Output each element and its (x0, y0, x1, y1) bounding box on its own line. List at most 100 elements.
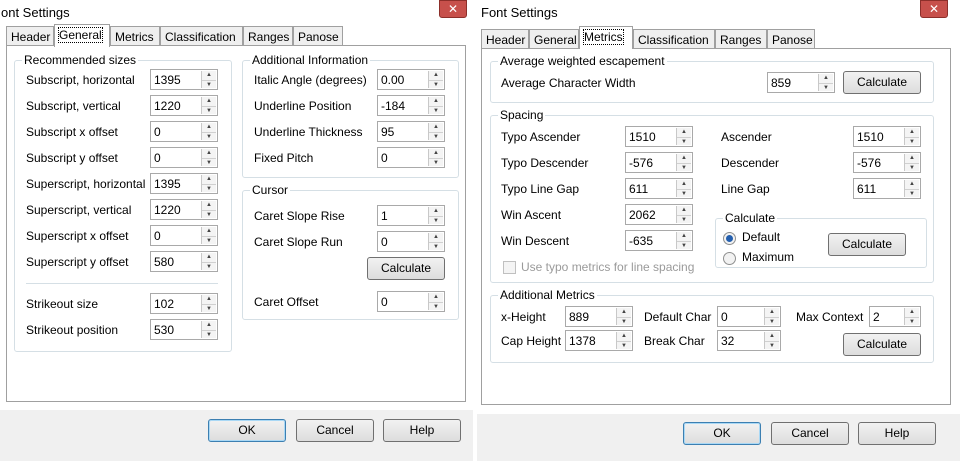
spin-arrows-icon[interactable]: ▲ ▼ (904, 180, 919, 197)
spin-arrows-icon[interactable]: ▲ ▼ (201, 227, 216, 244)
cap-height-field[interactable]: 1378 ▲ ▼ (565, 330, 633, 351)
strikeout-position-field[interactable]: 530 ▲ ▼ (150, 319, 218, 340)
right-tab-metrics[interactable]: Metrics (579, 26, 633, 49)
right-ok-button[interactable]: OK (683, 422, 761, 445)
spin-arrows-icon[interactable]: ▲ ▼ (201, 201, 216, 218)
spin-arrows-icon[interactable]: ▲ ▼ (201, 149, 216, 166)
spin-arrows-icon[interactable]: ▲ ▼ (818, 74, 833, 91)
left-tab-metrics[interactable]: Metrics (110, 26, 160, 46)
default-char-field[interactable]: 0 ▲ ▼ (717, 306, 781, 327)
escapement-label: Average weighted escapement (498, 54, 667, 68)
spin-arrows-icon[interactable]: ▲ ▼ (428, 71, 443, 88)
caret-slope-rise-field[interactable]: 1 ▲ ▼ (377, 205, 445, 226)
typo-line-gap-field[interactable]: 611 ▲ ▼ (625, 178, 693, 199)
caret-slope-run-field[interactable]: 0 ▲ ▼ (377, 231, 445, 252)
recommended-sizes-group: Recommended sizes Subscript, horizontal … (14, 53, 232, 352)
spin-arrows-icon[interactable]: ▲ ▼ (616, 308, 631, 325)
win-descent-field[interactable]: -635 ▲ ▼ (625, 230, 693, 251)
spin-arrows-icon[interactable]: ▲ ▼ (428, 97, 443, 114)
break-char-field[interactable]: 32 ▲ ▼ (717, 330, 781, 351)
spin-arrows-icon[interactable]: ▲ ▼ (201, 321, 216, 338)
default-radio[interactable] (723, 232, 736, 245)
caret-slope-run-label: Caret Slope Run (254, 235, 343, 249)
descender-field[interactable]: -576 ▲ ▼ (853, 152, 921, 173)
strikeout-size-field[interactable]: 102 ▲ ▼ (150, 293, 218, 314)
fixed-pitch-field[interactable]: 0 ▲ ▼ (377, 147, 445, 168)
average-character-width-field[interactable]: 859 ▲ ▼ (767, 72, 835, 93)
underline-position-field[interactable]: -184 ▲ ▼ (377, 95, 445, 116)
spin-arrows-icon[interactable]: ▲ ▼ (676, 232, 691, 249)
subscript-y-offset-field[interactable]: 0 ▲ ▼ (150, 147, 218, 168)
subscript-horizontal-field[interactable]: 1395 ▲ ▼ (150, 69, 218, 90)
max-context-label: Max Context (796, 310, 864, 324)
spin-arrows-icon[interactable]: ▲ ▼ (764, 332, 779, 349)
subscript-x-offset-field[interactable]: 0 ▲ ▼ (150, 121, 218, 142)
spin-arrows-icon[interactable]: ▲ ▼ (904, 154, 919, 171)
left-cancel-button[interactable]: Cancel (296, 419, 374, 442)
left-button-bar: OK Cancel Help (0, 410, 473, 461)
spin-arrows-icon[interactable]: ▲ ▼ (428, 207, 443, 224)
left-tab-classification[interactable]: Classification (160, 26, 243, 46)
spin-arrows-icon[interactable]: ▲ ▼ (428, 123, 443, 140)
left-tab-general[interactable]: General (54, 24, 110, 47)
spin-arrows-icon[interactable]: ▲ ▼ (201, 253, 216, 270)
left-ok-button[interactable]: OK (208, 419, 286, 442)
caret-offset-field[interactable]: 0 ▲ ▼ (377, 291, 445, 312)
spin-arrows-icon[interactable]: ▲ ▼ (676, 128, 691, 145)
spin-arrows-icon[interactable]: ▲ ▼ (676, 154, 691, 171)
superscript-x-offset-field[interactable]: 0 ▲ ▼ (150, 225, 218, 246)
spin-arrows-icon[interactable]: ▲ ▼ (201, 71, 216, 88)
default-char-label: Default Char (644, 310, 712, 324)
spacing-group: Spacing Typo Ascender 1510 ▲ ▼ Typo Descen… (490, 108, 934, 283)
underline-thickness-field[interactable]: 95 ▲ ▼ (377, 121, 445, 142)
cursor-calculate-button[interactable]: Calculate (367, 257, 445, 280)
subscript-vertical-field[interactable]: 1220 ▲ ▼ (150, 95, 218, 116)
italic-angle-field[interactable]: 0.00 ▲ ▼ (377, 69, 445, 90)
use-typo-metrics-checkbox[interactable] (503, 261, 516, 274)
right-tab-classification[interactable]: Classification (633, 29, 715, 49)
right-tab-general[interactable]: General (529, 29, 579, 49)
spin-arrows-icon[interactable]: ▲ ▼ (428, 233, 443, 250)
spin-arrows-icon[interactable]: ▲ ▼ (428, 293, 443, 310)
ascender-field[interactable]: 1510 ▲ ▼ (853, 126, 921, 147)
spacing-calculate-button[interactable]: Calculate (828, 233, 906, 256)
spin-arrows-icon[interactable]: ▲ ▼ (428, 149, 443, 166)
superscript-horizontal-field[interactable]: 1395 ▲ ▼ (150, 173, 218, 194)
x-height-field[interactable]: 889 ▲ ▼ (565, 306, 633, 327)
spin-arrows-icon[interactable]: ▲ ▼ (676, 206, 691, 223)
spin-arrows-icon[interactable]: ▲ ▼ (201, 175, 216, 192)
left-close-icon[interactable]: ✕ (439, 0, 467, 18)
spin-arrows-icon[interactable]: ▲ ▼ (764, 308, 779, 325)
strikeout-size-label: Strikeout size (26, 297, 99, 311)
spin-arrows-icon[interactable]: ▲ ▼ (201, 97, 216, 114)
max-context-field[interactable]: 2 ▲ ▼ (869, 306, 921, 327)
typo-ascender-field[interactable]: 1510 ▲ ▼ (625, 126, 693, 147)
right-cancel-button[interactable]: Cancel (771, 422, 849, 445)
win-ascent-field[interactable]: 2062 ▲ ▼ (625, 204, 693, 225)
left-help-button[interactable]: Help (383, 419, 461, 442)
spin-arrows-icon[interactable]: ▲ ▼ (201, 295, 216, 312)
spin-arrows-icon[interactable]: ▲ ▼ (904, 128, 919, 145)
superscript-y-offset-field[interactable]: 580 ▲ ▼ (150, 251, 218, 272)
left-tab-header[interactable]: Header (6, 26, 54, 46)
escapement-calculate-button[interactable]: Calculate (843, 71, 921, 94)
right-tab-ranges[interactable]: Ranges (715, 29, 767, 49)
right-tab-header[interactable]: Header (481, 29, 529, 49)
italic-angle-label: Italic Angle (degrees) (254, 73, 367, 87)
left-tab-panose[interactable]: Panose (293, 26, 343, 46)
maximum-radio[interactable] (723, 252, 736, 265)
right-help-button[interactable]: Help (858, 422, 936, 445)
right-tab-panose[interactable]: Panose (767, 29, 815, 49)
spin-arrows-icon[interactable]: ▲ ▼ (616, 332, 631, 349)
metrics-calculate-button[interactable]: Calculate (843, 333, 921, 356)
typo-descender-field[interactable]: -576 ▲ ▼ (625, 152, 693, 173)
spacing-calculate-label: Calculate (723, 211, 778, 225)
spin-arrows-icon[interactable]: ▲ ▼ (904, 308, 919, 325)
left-tab-ranges[interactable]: Ranges (243, 26, 293, 46)
superscript-vertical-field[interactable]: 1220 ▲ ▼ (150, 199, 218, 220)
line-gap-field[interactable]: 611 ▲ ▼ (853, 178, 921, 199)
spin-arrows-icon[interactable]: ▲ ▼ (201, 123, 216, 140)
right-close-icon[interactable]: ✕ (920, 0, 948, 18)
spin-arrows-icon[interactable]: ▲ ▼ (676, 180, 691, 197)
fixed-pitch-label: Fixed Pitch (254, 151, 314, 165)
